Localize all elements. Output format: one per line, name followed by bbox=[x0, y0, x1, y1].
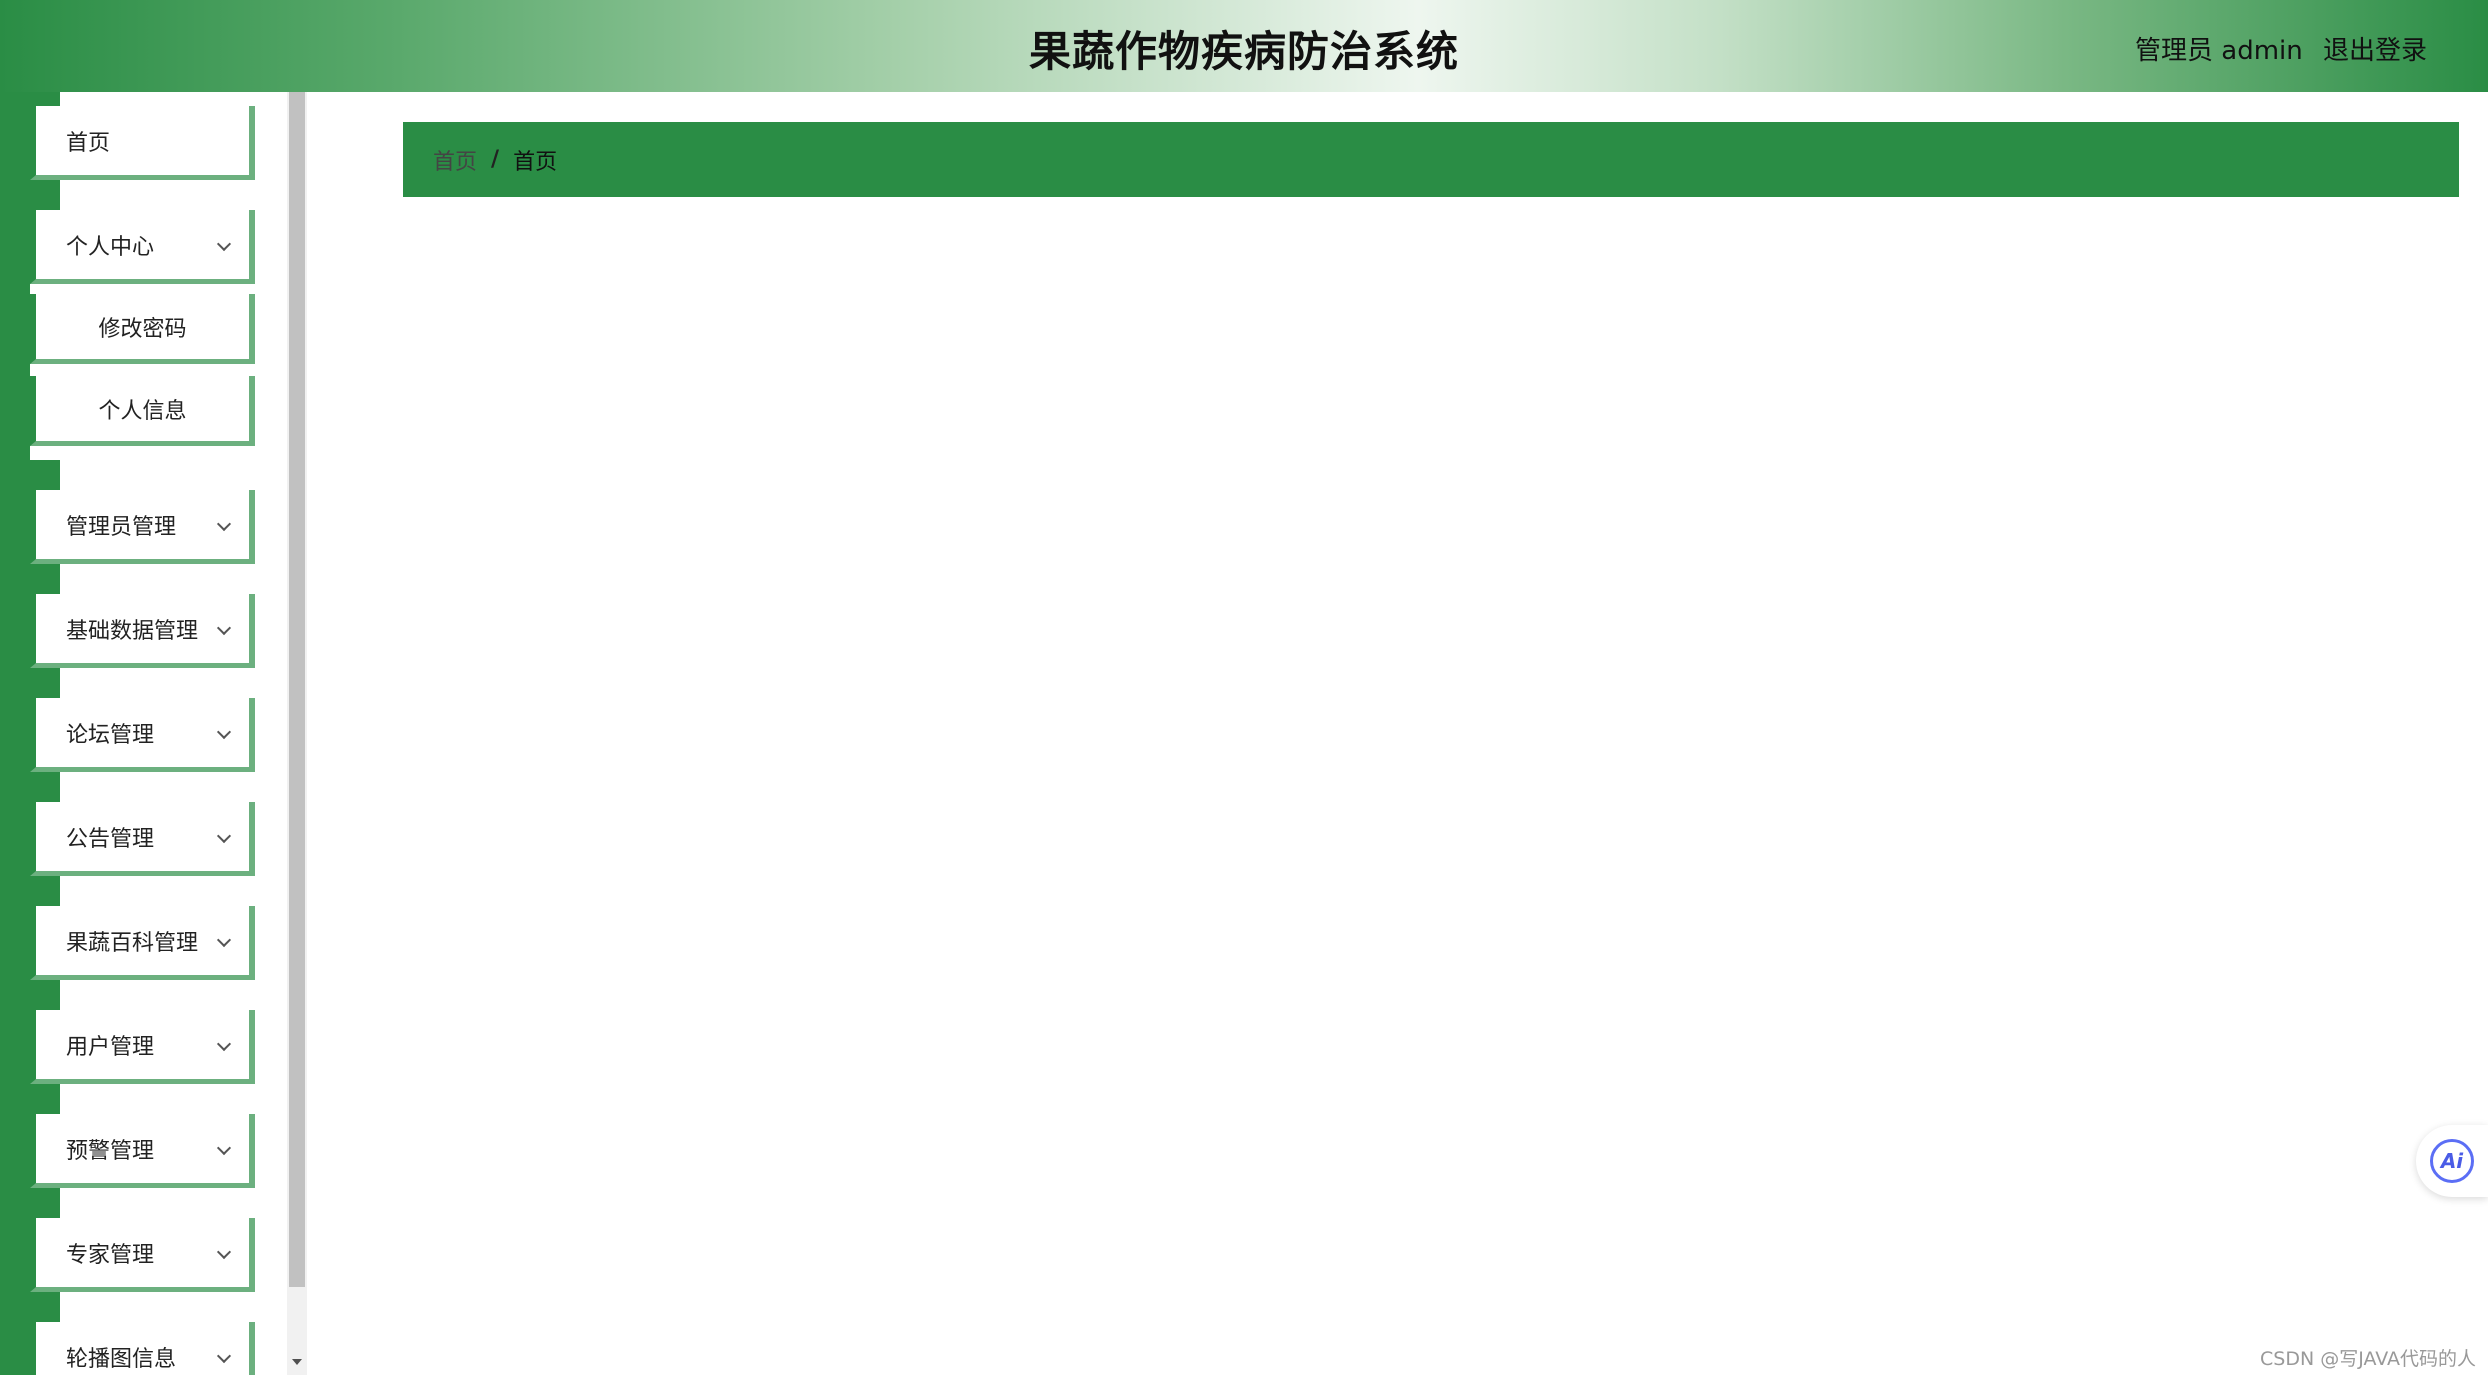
sidebar-item-label: 个人中心 bbox=[66, 234, 155, 260]
breadcrumb-separator: / bbox=[491, 147, 500, 172]
chevron-down-icon bbox=[216, 1036, 232, 1051]
sidebar-item[interactable]: 用户管理 bbox=[30, 1010, 255, 1084]
logout-link[interactable]: 退出登录 bbox=[2323, 30, 2427, 67]
menu-connector bbox=[0, 460, 60, 490]
chevron-down-icon bbox=[216, 828, 232, 843]
sidebar-group: 专家管理 bbox=[0, 1188, 287, 1292]
menu-connector bbox=[0, 980, 60, 1010]
chevron-down-icon bbox=[216, 1244, 232, 1259]
sidebar-item-label: 预警管理 bbox=[66, 1138, 155, 1164]
menu-connector bbox=[0, 1292, 60, 1322]
sidebar-group: 首页 bbox=[0, 92, 287, 180]
chevron-down-icon bbox=[216, 516, 232, 531]
sidebar-item[interactable]: 预警管理 bbox=[30, 1114, 255, 1188]
header-bar: 果蔬作物疾病防治系统 管理员 admin 退出登录 bbox=[0, 0, 2488, 92]
menu-connector bbox=[0, 1188, 60, 1218]
breadcrumb-item-home[interactable]: 首页 bbox=[433, 144, 477, 176]
chevron-down-icon bbox=[216, 1348, 232, 1363]
menu-connector bbox=[0, 564, 60, 594]
submenu-item[interactable]: 个人信息 bbox=[30, 376, 255, 446]
sidebar-item[interactable]: 论坛管理 bbox=[30, 698, 255, 772]
breadcrumb-item-current: 首页 bbox=[513, 149, 558, 175]
sidebar: 首页个人中心修改密码个人信息管理员管理基础数据管理 论坛管理公告管理果蔬百科管理用… bbox=[0, 92, 287, 1375]
chevron-down-icon bbox=[216, 932, 232, 947]
sidebar-group: 个人中心修改密码个人信息 bbox=[0, 180, 287, 460]
menu-connector bbox=[0, 668, 60, 698]
ai-assistant-button[interactable]: Ai bbox=[2416, 1125, 2488, 1197]
submenu-item[interactable]: 修改密码 bbox=[30, 294, 255, 364]
sidebar-group: 轮播图信息 bbox=[0, 1292, 287, 1375]
sidebar-item[interactable]: 专家管理 bbox=[30, 1218, 255, 1292]
ai-icon: Ai bbox=[2430, 1139, 2474, 1183]
menu-connector bbox=[0, 876, 60, 906]
watermark: CSDN @写JAVA代码的人 bbox=[2260, 1348, 2477, 1370]
current-user-label: 管理员 admin bbox=[2135, 36, 2303, 66]
sidebar-item-label: 论坛管理 bbox=[66, 722, 155, 748]
menu-connector bbox=[0, 772, 60, 802]
sidebar-item-label: 轮播图信息 bbox=[66, 1346, 177, 1372]
sidebar-item[interactable]: 公告管理 bbox=[30, 802, 255, 876]
sidebar-group: 用户管理 bbox=[0, 980, 287, 1084]
sidebar-item[interactable]: 基础数据管理 bbox=[30, 594, 255, 668]
chevron-down-icon bbox=[216, 620, 232, 635]
sidebar-group: 论坛管理 bbox=[0, 668, 287, 772]
sidebar-group: 预警管理 bbox=[0, 1084, 287, 1188]
sidebar-item[interactable]: 管理员管理 bbox=[30, 490, 255, 564]
sidebar-item-label: 首页 bbox=[66, 130, 111, 156]
sidebar-menu: 首页个人中心修改密码个人信息管理员管理基础数据管理 论坛管理公告管理果蔬百科管理用… bbox=[0, 92, 287, 1375]
sidebar-item-label: 基础数据管理 bbox=[66, 618, 199, 644]
sidebar-item-label: 果蔬百科管理 bbox=[66, 930, 199, 956]
chevron-down-icon bbox=[216, 1140, 232, 1155]
sidebar-item[interactable]: 个人中心 bbox=[30, 210, 255, 284]
sidebar-group: 果蔬百科管理 bbox=[0, 876, 287, 980]
sidebar-item[interactable]: 轮播图信息 bbox=[30, 1322, 255, 1375]
app-title: 果蔬作物疾病防治系统 bbox=[1028, 27, 1459, 76]
menu-connector bbox=[0, 92, 60, 106]
scrollbar-thumb[interactable] bbox=[289, 92, 305, 1287]
sidebar-group: 基础数据管理 bbox=[0, 564, 287, 668]
menu-connector bbox=[0, 180, 60, 210]
sidebar-item-label: 管理员管理 bbox=[66, 514, 177, 540]
sidebar-group: 公告管理 bbox=[0, 772, 287, 876]
sidebar-item-label: 用户管理 bbox=[66, 1034, 155, 1060]
sidebar-item[interactable]: 首页 bbox=[30, 106, 255, 180]
submenu: 修改密码 个人信息 bbox=[30, 284, 255, 460]
menu-connector bbox=[0, 1084, 60, 1114]
chevron-down-icon bbox=[216, 724, 232, 739]
sidebar-group: 管理员管理 bbox=[0, 460, 287, 564]
sidebar-item-label: 专家管理 bbox=[66, 1242, 155, 1268]
scroll-down-arrow-icon[interactable] bbox=[292, 1359, 302, 1365]
sidebar-item-label: 公告管理 bbox=[66, 826, 155, 852]
sidebar-item[interactable]: 果蔬百科管理 bbox=[30, 906, 255, 980]
breadcrumb: 首页 / 首页 bbox=[403, 122, 2459, 197]
sidebar-scrollbar[interactable] bbox=[287, 92, 307, 1375]
chevron-down-icon bbox=[216, 236, 232, 251]
